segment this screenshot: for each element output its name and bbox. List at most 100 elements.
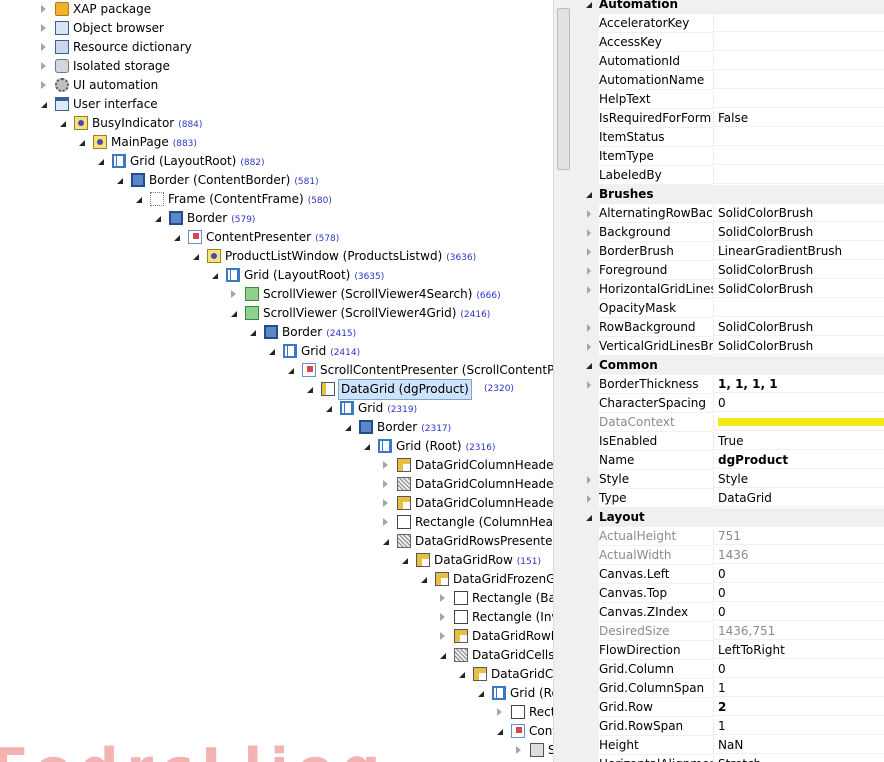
collapse-arrow-icon[interactable] (583, 356, 595, 375)
tree-node-label[interactable]: Rectangle (529, 703, 553, 722)
property-value[interactable] (713, 71, 884, 89)
expand-arrow-icon[interactable] (38, 0, 50, 19)
tree-node-label[interactable]: DataGridColumnHeader (TopLeftCornerHeade… (415, 456, 553, 475)
property-row[interactable]: Type DataGrid (571, 489, 884, 508)
tree-node-label[interactable]: User interface (73, 95, 158, 114)
tree-node-label[interactable]: Grid (Root) (510, 684, 553, 703)
tree-node[interactable]: Border (2415) (0, 323, 553, 342)
property-category[interactable]: Brushes (571, 185, 884, 204)
tree-node-label[interactable]: DataGridCellsPresenter (CellsPresenter) (472, 646, 553, 665)
property-value[interactable] (713, 413, 884, 431)
tree-node[interactable]: DataGridRow (151) (0, 551, 553, 570)
collapse-arrow-icon[interactable] (38, 95, 50, 114)
property-value[interactable]: SolidColorBrush (713, 337, 884, 355)
property-row[interactable]: ActualWidth 1436 (571, 546, 884, 565)
tree-node[interactable]: ContentPresenter (578) (0, 228, 553, 247)
property-value[interactable]: 0 (713, 660, 884, 678)
property-value[interactable]: dgProduct (713, 451, 884, 469)
tree-node-label[interactable]: ContentPresenter (578) (206, 228, 339, 249)
property-row[interactable]: OpacityMask (571, 299, 884, 318)
property-value[interactable]: 2 (713, 698, 884, 716)
tree-node-label[interactable]: Grid (2319) (358, 399, 417, 420)
collapse-arrow-icon[interactable] (190, 247, 202, 266)
property-value[interactable]: True (713, 432, 884, 450)
property-category[interactable]: Automation (571, 0, 884, 14)
tree-node[interactable]: XAP package (0, 0, 553, 19)
property-value[interactable]: Stretch (713, 755, 884, 762)
tree-node[interactable]: Grid (Root) (2316) (0, 437, 553, 456)
collapse-arrow-icon[interactable] (399, 551, 411, 570)
property-value[interactable]: 1, 1, 1, 1 (713, 375, 884, 393)
tree-node-label[interactable]: XAP package (73, 0, 151, 19)
tree-node[interactable]: Rectangle (InvalidVisualElement) (0, 608, 553, 627)
expand-arrow-icon[interactable] (585, 280, 595, 299)
collapse-arrow-icon[interactable] (76, 133, 88, 152)
property-value[interactable]: 1436,751 (713, 622, 884, 640)
tree-node[interactable]: DataGridCell (0, 665, 553, 684)
collapse-arrow-icon[interactable] (342, 418, 354, 437)
expand-arrow-icon[interactable] (585, 242, 595, 261)
property-row[interactable]: Grid.Column 0 (571, 660, 884, 679)
tree-node[interactable]: Grid (2319) (0, 399, 553, 418)
scrollbar-thumb[interactable] (557, 8, 570, 170)
tree-node-label[interactable]: ScrollViewer (ScrollViewer4Grid) (2416) (263, 304, 490, 325)
expand-arrow-icon[interactable] (38, 76, 50, 95)
property-category[interactable]: Common (571, 356, 884, 375)
collapse-arrow-icon[interactable] (456, 665, 468, 684)
tree-node-label[interactable]: Rectangle (InvalidVisualElement) (472, 608, 553, 627)
property-row[interactable]: BorderThickness 1, 1, 1, 1 (571, 375, 884, 394)
collapse-arrow-icon[interactable] (494, 722, 506, 741)
tree-node-label[interactable]: ScrollContentPresenter (ScrollContentPre… (320, 361, 553, 380)
tree-node-label[interactable]: Grid (LayoutRoot) (882) (130, 152, 265, 173)
tree-node[interactable]: DataGridColumnHeader (TopLeftCornerHeade… (0, 456, 553, 475)
tree-node-label[interactable]: DataGridRow (151) (434, 551, 541, 572)
property-value[interactable]: LinearGradientBrush (713, 242, 884, 260)
tree-node[interactable]: DataGridColumnHeadersPresenter (ColumnHe… (0, 475, 553, 494)
tree-node-label[interactable]: DataGridRowHeader (RowHeader) (472, 627, 553, 646)
property-row[interactable]: AutomationName (571, 71, 884, 90)
tree-node[interactable]: Object browser (0, 19, 553, 38)
expand-arrow-icon[interactable] (585, 318, 595, 337)
tree-node-label[interactable]: DataGridColumnHeader (TopRightCornerHead… (415, 494, 553, 513)
property-value[interactable]: SolidColorBrush (713, 261, 884, 279)
property-row[interactable]: Grid.Row 2 (571, 698, 884, 717)
collapse-arrow-icon[interactable] (304, 380, 316, 399)
tree-node-label[interactable]: UI automation (73, 76, 158, 95)
collapse-arrow-icon[interactable] (361, 437, 373, 456)
property-row[interactable]: RowBackground SolidColorBrush (571, 318, 884, 337)
collapse-arrow-icon[interactable] (57, 114, 69, 133)
tree-node-label[interactable]: Rectangle (BackgroundRectangle) (472, 589, 553, 608)
expand-arrow-icon[interactable] (494, 703, 506, 722)
expand-arrow-icon[interactable] (38, 57, 50, 76)
property-row[interactable]: AccessKey (571, 33, 884, 52)
property-row[interactable]: DesiredSize 1436,751 (571, 622, 884, 641)
property-value[interactable]: False (713, 109, 884, 127)
tree-node-label[interactable]: Frame (ContentFrame) (580) (168, 190, 332, 211)
collapse-arrow-icon[interactable] (152, 209, 164, 228)
tree-node[interactable]: Rectangle (0, 703, 553, 722)
tree-node-label[interactable]: Isolated storage (73, 57, 170, 76)
property-row[interactable]: IsEnabled True (571, 432, 884, 451)
expand-arrow-icon[interactable] (585, 261, 595, 280)
tree-node[interactable]: DataGridRowHeader (RowHeader) (0, 627, 553, 646)
property-value[interactable]: SolidColorBrush (713, 318, 884, 336)
expand-arrow-icon[interactable] (437, 589, 449, 608)
collapse-arrow-icon[interactable] (418, 570, 430, 589)
tree-node[interactable]: User interface (0, 95, 553, 114)
expand-arrow-icon[interactable] (228, 285, 240, 304)
tree-vertical-scrollbar[interactable] (553, 0, 571, 762)
property-row[interactable]: IsRequiredForForm False (571, 109, 884, 128)
property-value[interactable]: SolidColorBrush (713, 223, 884, 241)
tree-node[interactable]: ScrollViewer (ScrollViewer4Grid) (2416) (0, 304, 553, 323)
tree-node-label[interactable]: Rectangle (ColumnHeadersAndRowsSeparator… (415, 513, 553, 532)
property-row[interactable]: Style Style (571, 470, 884, 489)
expand-arrow-icon[interactable] (380, 513, 392, 532)
property-row[interactable]: Canvas.ZIndex 0 (571, 603, 884, 622)
tree-node-label[interactable]: BusyIndicator (884) (92, 114, 202, 135)
property-value[interactable]: SolidColorBrush (713, 204, 884, 222)
collapse-arrow-icon[interactable] (583, 185, 595, 204)
expand-arrow-icon[interactable] (38, 38, 50, 57)
collapse-arrow-icon[interactable] (437, 646, 449, 665)
property-row[interactable]: HorizontalGridLinesBrushSolidColorBrush (571, 280, 884, 299)
expand-arrow-icon[interactable] (585, 223, 595, 242)
